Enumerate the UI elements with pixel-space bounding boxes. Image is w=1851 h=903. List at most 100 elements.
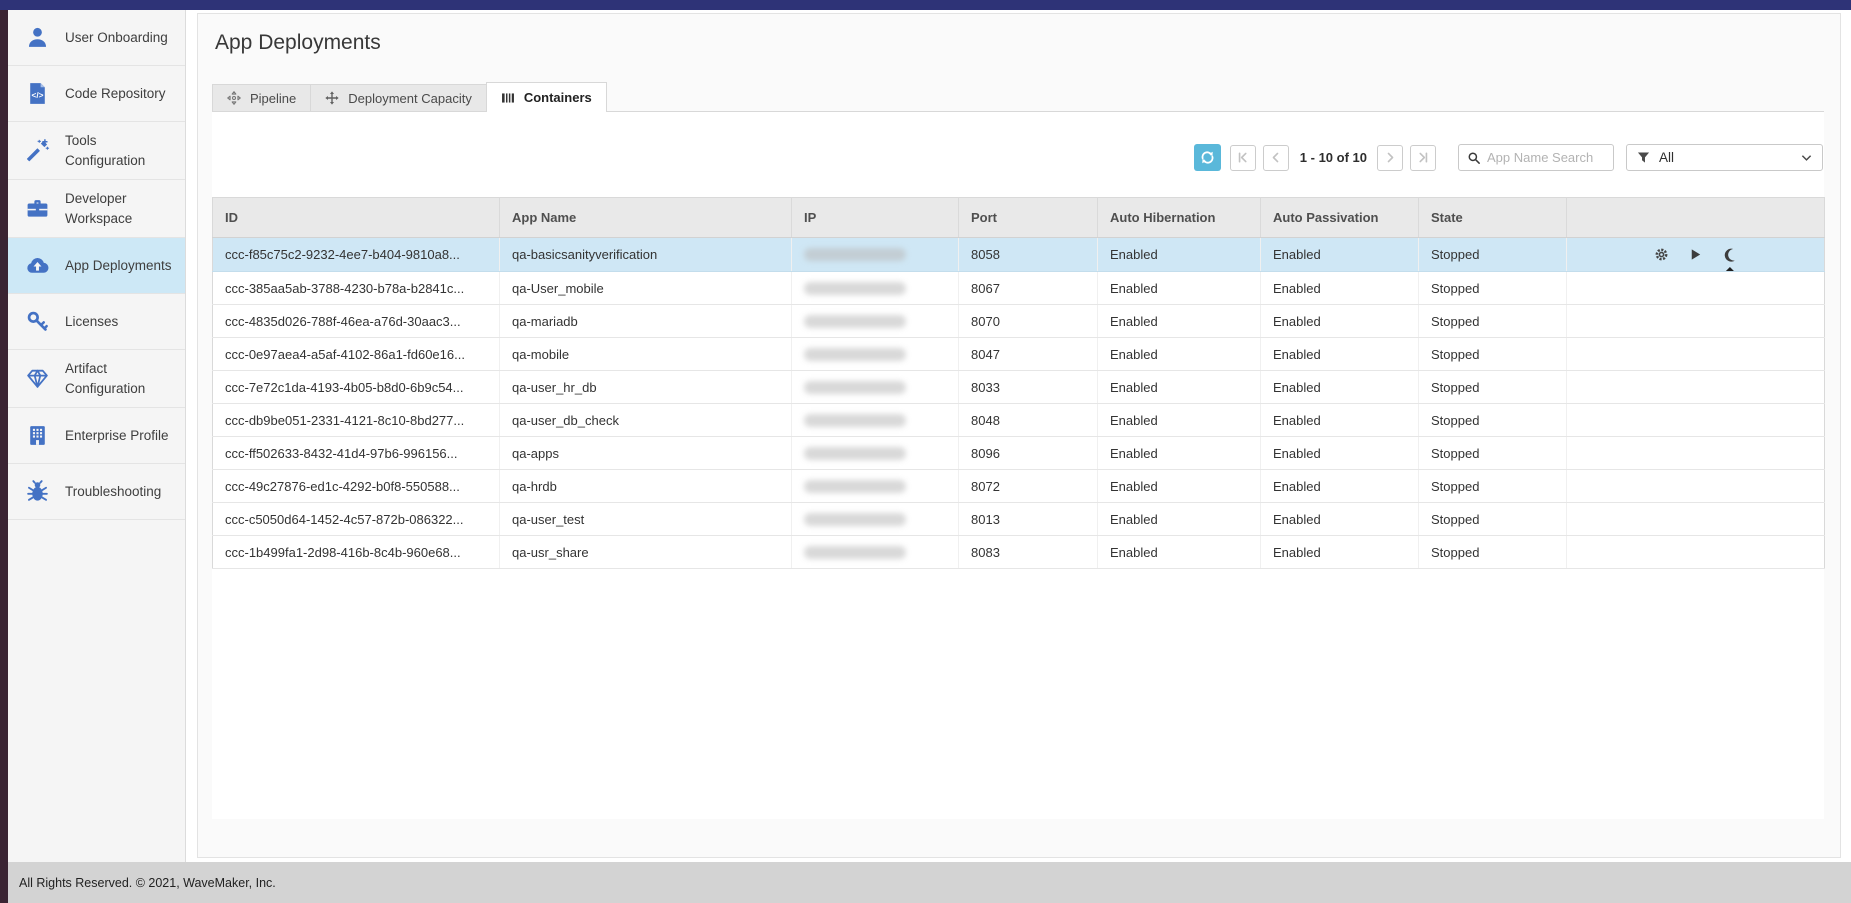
cell-state: Stopped [1419, 305, 1567, 338]
cell-auto-passivation: Enabled [1261, 470, 1419, 503]
sidebar-item-label: Licenses [65, 312, 175, 332]
sidebar: User Onboarding</>Code Repository Tools C… [8, 10, 186, 862]
table-row[interactable]: ccc-49c27876-ed1c-4292-b0f8-550588...qa-… [213, 470, 1825, 503]
cell-app-name: qa-usr_share [500, 536, 792, 569]
table-row[interactable]: ccc-0e97aea4-a5af-4102-86a1-fd60e16...qa… [213, 338, 1825, 371]
cell-auto-passivation: Enabled [1261, 536, 1419, 569]
ip-redacted-value [804, 447, 906, 460]
cell-actions [1567, 536, 1825, 569]
sidebar-item-artifact-configuration[interactable]: Artifact Configuration [8, 350, 185, 408]
tab-deployment-capacity[interactable]: Deployment Capacity [310, 84, 486, 112]
cell-state: Stopped [1419, 338, 1567, 371]
filter-icon [1637, 151, 1650, 164]
first-page-button[interactable] [1230, 145, 1256, 171]
sidebar-item-enterprise-profile[interactable]: Enterprise Profile [8, 408, 185, 464]
tab-label: Pipeline [250, 91, 296, 106]
next-page-button[interactable] [1377, 145, 1403, 171]
pagination-label: 1 - 10 of 10 [1300, 150, 1367, 165]
ip-redacted-value [804, 513, 906, 526]
app-deployments-icon [25, 253, 50, 278]
cell-actions [1567, 470, 1825, 503]
cell-state: Stopped [1419, 371, 1567, 404]
table-row[interactable]: ccc-db9be051-2331-4121-8c10-8bd277...qa-… [213, 404, 1825, 437]
ip-redacted-value [804, 381, 906, 394]
table-row[interactable]: ccc-c5050d64-1452-4c57-872b-086322...qa-… [213, 503, 1825, 536]
ip-redacted-value [804, 348, 906, 361]
settings-button[interactable] [1654, 247, 1670, 263]
left-edge-strip [0, 10, 8, 903]
cell-state: Stopped [1419, 238, 1567, 272]
tab-pipeline[interactable]: Pipeline [212, 84, 310, 112]
footer-copyright-text: All Rights Reserved. © 2021, WaveMaker, … [19, 876, 276, 890]
sidebar-item-user-onboarding[interactable]: User Onboarding [8, 10, 185, 66]
cell-auto-hibernation: Enabled [1098, 470, 1261, 503]
cell-port: 8047 [959, 338, 1098, 371]
table-row[interactable]: ccc-1b499fa1-2d98-416b-8c4b-960e68...qa-… [213, 536, 1825, 569]
cell-app-name: qa-basicsanityverification [500, 238, 792, 272]
sidebar-item-licenses[interactable]: Licenses [8, 294, 185, 350]
troubleshooting-icon [25, 479, 50, 504]
passivate-button[interactable]: Passivate [1722, 247, 1738, 263]
ip-redacted-value [804, 546, 906, 559]
table-row[interactable]: ccc-4835d026-788f-46ea-a76d-30aac3...qa-… [213, 305, 1825, 338]
cell-app-name: qa-mariadb [500, 305, 792, 338]
table-row[interactable]: ccc-f85c75c2-9232-4ee7-b404-9810a8...qa-… [213, 238, 1825, 272]
cell-auto-passivation: Enabled [1261, 272, 1419, 305]
column-header-state: State [1419, 198, 1567, 238]
sidebar-item-label: Code Repository [65, 84, 175, 104]
table-row[interactable]: ccc-385aa5ab-3788-4230-b78a-b2841c...qa-… [213, 272, 1825, 305]
next-page-icon [1384, 151, 1397, 164]
prev-page-button[interactable] [1263, 145, 1289, 171]
tab-label: Deployment Capacity [348, 91, 472, 106]
cell-auto-hibernation: Enabled [1098, 404, 1261, 437]
search-icon [1467, 151, 1481, 165]
cell-app-name: qa-apps [500, 437, 792, 470]
cell-state: Stopped [1419, 272, 1567, 305]
refresh-icon [1200, 150, 1215, 165]
cell-id: ccc-1b499fa1-2d98-416b-8c4b-960e68... [213, 536, 500, 569]
table-header-row: IDApp NameIPPortAuto HibernationAuto Pas… [213, 198, 1825, 238]
start-button[interactable] [1688, 247, 1704, 263]
sidebar-item-developer-workspace[interactable]: Developer Workspace [8, 180, 185, 238]
cell-app-name: qa-user_db_check [500, 404, 792, 437]
cell-ip [792, 305, 959, 338]
tools-configuration-icon [25, 138, 50, 163]
table-row[interactable]: ccc-ff502633-8432-41d4-97b6-996156...qa-… [213, 437, 1825, 470]
refresh-button[interactable] [1194, 144, 1221, 171]
tab-label: Containers [524, 90, 592, 105]
cell-id: ccc-4835d026-788f-46ea-a76d-30aac3... [213, 305, 500, 338]
row-actions: Passivate [1567, 238, 1824, 271]
cell-ip [792, 371, 959, 404]
ip-redacted-value [804, 248, 906, 261]
sidebar-item-troubleshooting[interactable]: Troubleshooting [8, 464, 185, 520]
cell-auto-passivation: Enabled [1261, 437, 1419, 470]
cell-auto-hibernation: Enabled [1098, 272, 1261, 305]
sidebar-item-code-repository[interactable]: </>Code Repository [8, 66, 185, 122]
sidebar-item-app-deployments[interactable]: App Deployments [8, 238, 185, 294]
cell-id: ccc-49c27876-ed1c-4292-b0f8-550588... [213, 470, 500, 503]
cell-state: Stopped [1419, 437, 1567, 470]
search-input[interactable] [1487, 150, 1605, 165]
cell-state: Stopped [1419, 536, 1567, 569]
ip-redacted-value [804, 315, 906, 328]
state-filter-select[interactable]: All [1626, 144, 1823, 171]
sidebar-item-label: Tools Configuration [65, 131, 175, 170]
last-page-icon [1417, 151, 1430, 164]
developer-workspace-icon [25, 196, 50, 221]
cell-ip [792, 503, 959, 536]
table-row[interactable]: ccc-7e72c1da-4193-4b05-b8d0-6b9c54...qa-… [213, 371, 1825, 404]
main-panel: App Deployments PipelineDeployment Capac… [197, 13, 1841, 858]
column-header-auto-hibernation: Auto Hibernation [1098, 198, 1261, 238]
tab-containers[interactable]: Containers [486, 82, 607, 112]
cell-state: Stopped [1419, 470, 1567, 503]
cell-actions [1567, 338, 1825, 371]
cell-id: ccc-f85c75c2-9232-4ee7-b404-9810a8... [213, 238, 500, 272]
sidebar-item-label: App Deployments [65, 256, 175, 276]
containers-icon [501, 91, 515, 105]
first-page-icon [1236, 151, 1249, 164]
last-page-button[interactable] [1410, 145, 1436, 171]
cell-ip [792, 404, 959, 437]
sidebar-item-tools-configuration[interactable]: Tools Configuration [8, 122, 185, 180]
cell-state: Stopped [1419, 503, 1567, 536]
footer: All Rights Reserved. © 2021, WaveMaker, … [8, 862, 1851, 903]
